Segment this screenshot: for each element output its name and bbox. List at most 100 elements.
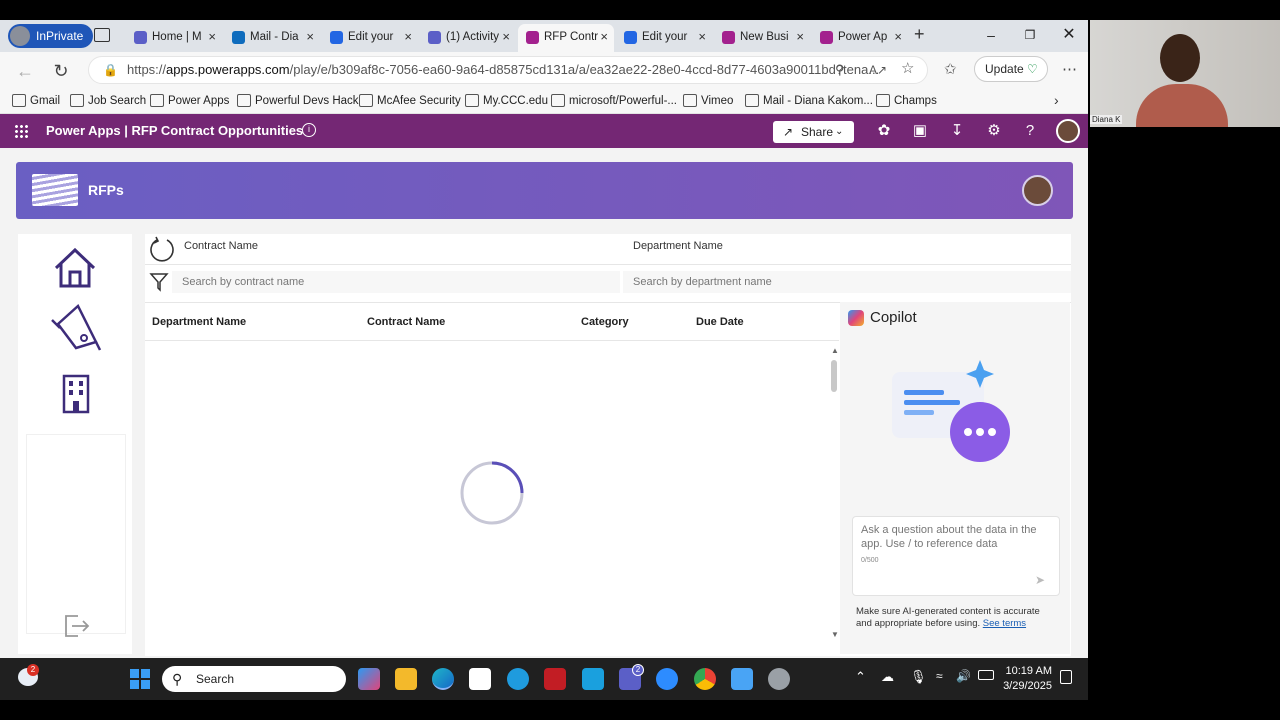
close-tab-icon[interactable]: ×	[208, 24, 216, 50]
zoom-icon[interactable]: ⚲	[835, 57, 845, 83]
bookmark-item[interactable]: My.CCC.edu	[465, 93, 548, 109]
help-icon[interactable]: ?	[1021, 123, 1039, 141]
bookmark-item[interactable]: microsoft/Powerful-...	[551, 93, 677, 109]
browser-tab[interactable]: Edit your ×	[616, 24, 712, 52]
help-app-icon[interactable]	[507, 668, 529, 690]
volume-icon[interactable]: 🔊	[956, 669, 971, 683]
scroll-up-icon[interactable]: ▲	[831, 346, 839, 355]
favorites-icon[interactable]: ✩	[944, 60, 957, 78]
scroll-down-icon[interactable]: ▼	[831, 630, 839, 639]
close-tab-icon[interactable]: ×	[306, 24, 314, 50]
download-icon[interactable]: ↧	[948, 123, 966, 141]
refresh-icon[interactable]: ↻	[50, 61, 72, 83]
tray-overflow-icon[interactable]: ⌃	[855, 669, 866, 685]
copilot-input[interactable]: Ask a question about the data in the app…	[852, 516, 1060, 596]
windows-start-icon[interactable]	[130, 669, 150, 689]
contract-search-input[interactable]: Search by contract name	[172, 271, 620, 293]
settings-gear-icon[interactable]: ⚙	[985, 123, 1003, 141]
bookmark-item[interactable]: McAfee Security	[359, 93, 461, 109]
building-icon[interactable]	[62, 374, 90, 414]
myhp-icon[interactable]	[582, 668, 604, 690]
bookmark-item[interactable]: Mail - Diana Kakom...	[745, 93, 873, 109]
bottom-black-bar	[0, 700, 1280, 720]
notifications-icon[interactable]	[1060, 670, 1072, 684]
new-tab-icon[interactable]: +	[914, 24, 925, 45]
header-contract-name[interactable]: Contract Name	[367, 316, 445, 328]
browser-tab[interactable]: Power Ap ×	[812, 24, 908, 52]
copilot-panel: Copilot Ask a question about the data in…	[840, 302, 1070, 654]
close-tab-icon[interactable]: ×	[600, 24, 608, 50]
address-bar[interactable]: 🔒 https://apps.powerapps.com/play/e/b309…	[88, 56, 928, 84]
battery-icon[interactable]	[978, 670, 994, 680]
update-label: Update	[985, 62, 1024, 76]
copilot-toggle-icon[interactable]: ✿	[875, 123, 893, 141]
info-icon[interactable]: i	[302, 123, 316, 137]
browser-tab[interactable]: Home | M ×	[126, 24, 222, 52]
read-aloud-icon[interactable]: A↗	[869, 57, 887, 83]
close-tab-icon[interactable]: ×	[894, 24, 902, 50]
scrollbar-thumb[interactable]	[831, 360, 837, 392]
file-explorer-icon[interactable]	[395, 668, 417, 690]
share-button[interactable]: ↗ Share ⌄	[773, 121, 854, 143]
close-tab-icon[interactable]: ×	[796, 24, 804, 50]
refresh-data-icon[interactable]	[149, 236, 175, 262]
close-tab-icon[interactable]: ×	[502, 24, 510, 50]
see-terms-link[interactable]: See terms	[983, 618, 1026, 629]
onedrive-icon[interactable]: ☁	[881, 669, 894, 685]
edge-browser-icon[interactable]	[432, 668, 454, 690]
clock[interactable]: 10:19 AM 3/29/2025	[998, 664, 1052, 694]
zoom-icon[interactable]	[656, 668, 678, 690]
mcafee-icon[interactable]	[544, 668, 566, 690]
microsoft-store-icon[interactable]	[469, 668, 491, 690]
bookmark-item[interactable]: Power Apps	[150, 93, 229, 109]
header-due-date[interactable]: Due Date	[696, 316, 744, 328]
fit-to-window-icon[interactable]: ▣	[911, 123, 929, 141]
url-domain: apps.powerapps.com	[166, 62, 290, 77]
restore-icon[interactable]: ❐	[1010, 24, 1050, 48]
browser-tab[interactable]: Mail - Dia ×	[224, 24, 320, 52]
bookmarks-more-icon[interactable]: ›	[1054, 92, 1059, 108]
close-tab-icon[interactable]: ×	[404, 24, 412, 50]
browser-tab[interactable]: Edit your ×	[322, 24, 418, 52]
bookmark-item[interactable]: Powerful Devs Hack	[237, 93, 359, 109]
app-launcher-icon[interactable]	[14, 124, 28, 138]
send-icon[interactable]: ➤	[1035, 573, 1045, 587]
chrome-icon[interactable]	[694, 668, 716, 690]
filter-icon[interactable]	[149, 272, 169, 292]
more-menu-icon[interactable]: ⋯	[1062, 60, 1077, 78]
taskbar: 2 ⚲ Search 2 ⌃ ☁ 🎙 ≈ 🔊 10:19 AM 3/29/202…	[0, 658, 1088, 700]
bookmark-item[interactable]: Job Search	[70, 93, 146, 109]
department-search-input[interactable]: Search by department name	[623, 271, 1071, 293]
char-count: 0/500	[861, 557, 879, 564]
user-avatar[interactable]	[1056, 119, 1080, 143]
tab-actions-icon[interactable]	[94, 28, 110, 42]
pen-tool-icon[interactable]	[48, 302, 102, 354]
header-category[interactable]: Category	[581, 316, 629, 328]
browser-tab[interactable]: (1) Activity ×	[420, 24, 516, 52]
taskbar-search[interactable]: ⚲ Search	[162, 666, 346, 692]
inprivate-badge[interactable]: InPrivate	[8, 24, 94, 48]
bookmark-item[interactable]: Gmail	[12, 93, 60, 109]
notepad-icon[interactable]	[731, 668, 753, 690]
close-window-icon[interactable]: ✕	[1049, 24, 1088, 48]
microphone-icon[interactable]: 🎙	[910, 669, 927, 685]
browser-tab[interactable]: New Busi ×	[714, 24, 810, 52]
sign-out-icon[interactable]	[64, 614, 90, 638]
home-icon[interactable]	[52, 246, 98, 290]
tab-label: (1) Activity	[446, 31, 500, 43]
settings-app-icon[interactable]	[768, 668, 790, 690]
wifi-icon[interactable]: ≈	[936, 669, 943, 683]
update-button[interactable]: Update ♡	[974, 56, 1048, 82]
bookmark-item[interactable]: Vimeo	[683, 93, 733, 109]
tab-strip: InPrivate Home | M × Mail - Dia × Edit your ×…	[0, 20, 1088, 52]
minimize-icon[interactable]: –	[971, 24, 1011, 48]
browser-tab[interactable]: RFP Contr ×	[518, 24, 614, 52]
bookmark-icon	[12, 94, 26, 107]
header-department-name[interactable]: Department Name	[152, 316, 246, 328]
back-icon[interactable]: ←	[14, 61, 36, 83]
divider	[145, 340, 839, 341]
bookmark-item[interactable]: Champs	[876, 93, 937, 109]
close-tab-icon[interactable]: ×	[698, 24, 706, 50]
favorite-star-icon[interactable]: ☆	[901, 57, 914, 82]
copilot-app-icon[interactable]	[358, 668, 380, 690]
